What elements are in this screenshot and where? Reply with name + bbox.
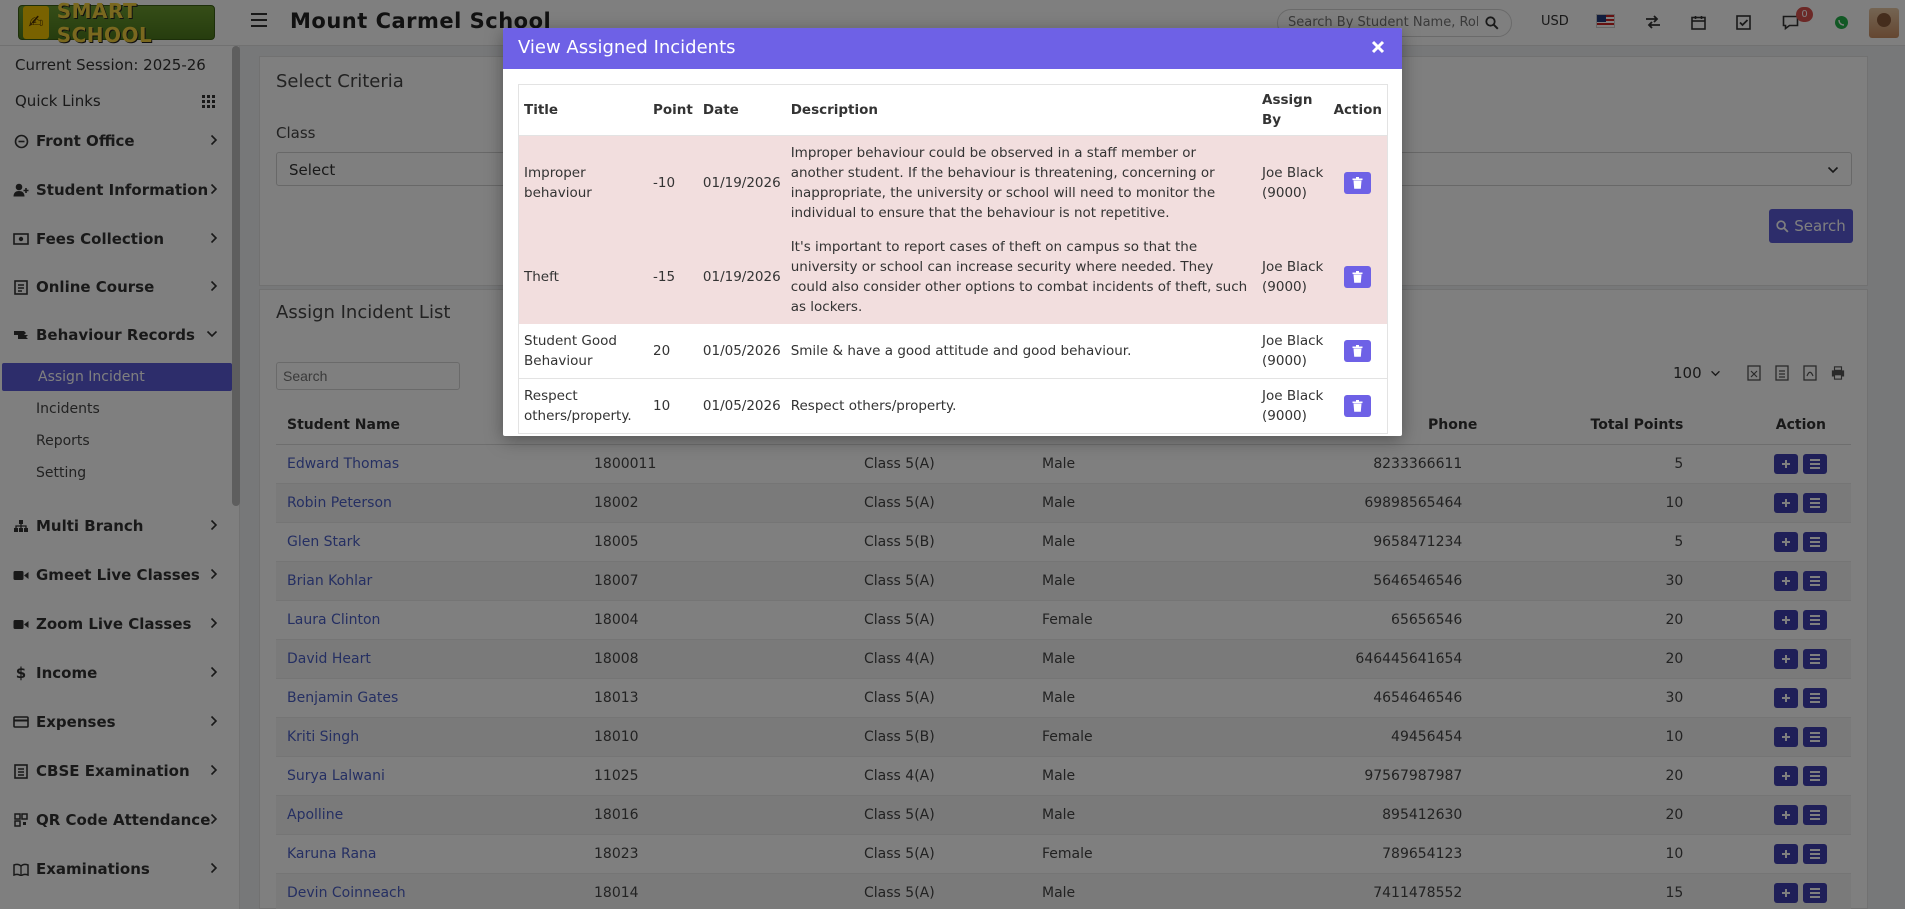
- modal-title: View Assigned Incidents: [518, 37, 736, 58]
- trash-icon: [1352, 177, 1363, 189]
- modal-table-header: Title Point Date Description Assign By A…: [518, 84, 1388, 136]
- incident-row: Theft -15 01/19/2026 It's important to repo…: [518, 230, 1388, 324]
- incident-row: Respect others/property. 10 01/05/2026 Resp…: [518, 378, 1388, 434]
- assigned-incidents-table: Title Point Date Description Assign By A…: [518, 84, 1388, 434]
- col-date: Date: [697, 84, 786, 136]
- incident-point: -15: [648, 230, 698, 324]
- col-description: Description: [785, 84, 1258, 136]
- incident-point: 20: [648, 324, 698, 379]
- incident-action-cell: [1328, 378, 1388, 434]
- incident-date: 01/05/2026: [697, 378, 786, 434]
- incident-assign-by: Joe Black (9000): [1257, 324, 1329, 379]
- incident-point: 10: [648, 378, 698, 434]
- incident-action-cell: [1328, 324, 1388, 379]
- incident-date: 01/05/2026: [697, 324, 786, 379]
- incident-date: 01/19/2026: [697, 230, 786, 324]
- incident-row: Improper behaviour -10 01/19/2026 Improper …: [518, 135, 1388, 230]
- modal-header: View Assigned Incidents: [503, 28, 1402, 69]
- view-assigned-incidents-modal: View Assigned Incidents Title Point Date…: [503, 28, 1402, 436]
- incident-title: Improper behaviour: [518, 135, 649, 230]
- col-title: Title: [518, 84, 649, 136]
- close-icon[interactable]: [1368, 37, 1388, 57]
- incident-action-cell: [1328, 230, 1388, 324]
- incident-description: Respect others/property.: [785, 378, 1258, 434]
- delete-incident-button[interactable]: [1344, 340, 1372, 362]
- incident-title: Respect others/property.: [518, 378, 649, 434]
- incident-action-cell: [1328, 135, 1388, 230]
- incident-description: It's important to report cases of theft …: [785, 230, 1258, 324]
- col-assign-by: Assign By: [1257, 84, 1329, 136]
- delete-incident-button[interactable]: [1344, 266, 1372, 288]
- incident-title: Theft: [518, 230, 649, 324]
- incident-date: 01/19/2026: [697, 135, 786, 230]
- incident-point: -10: [648, 135, 698, 230]
- delete-incident-button[interactable]: [1344, 172, 1372, 194]
- assigned-incidents-body: Improper behaviour -10 01/19/2026 Improper …: [518, 135, 1388, 434]
- delete-incident-button[interactable]: [1344, 395, 1372, 417]
- incident-assign-by: Joe Black (9000): [1257, 378, 1329, 434]
- incident-assign-by: Joe Black (9000): [1257, 135, 1329, 230]
- incident-row: Student Good Behaviour 20 01/05/2026 Smile …: [518, 324, 1388, 379]
- col-action: Action: [1328, 84, 1388, 136]
- incident-description: Improper behaviour could be observed in …: [785, 135, 1258, 230]
- incident-title: Student Good Behaviour: [518, 324, 649, 379]
- trash-icon: [1352, 400, 1363, 412]
- incident-assign-by: Joe Black (9000): [1257, 230, 1329, 324]
- trash-icon: [1352, 271, 1363, 283]
- incident-description: Smile & have a good attitude and good be…: [785, 324, 1258, 379]
- col-point: Point: [648, 84, 698, 136]
- trash-icon: [1352, 345, 1363, 357]
